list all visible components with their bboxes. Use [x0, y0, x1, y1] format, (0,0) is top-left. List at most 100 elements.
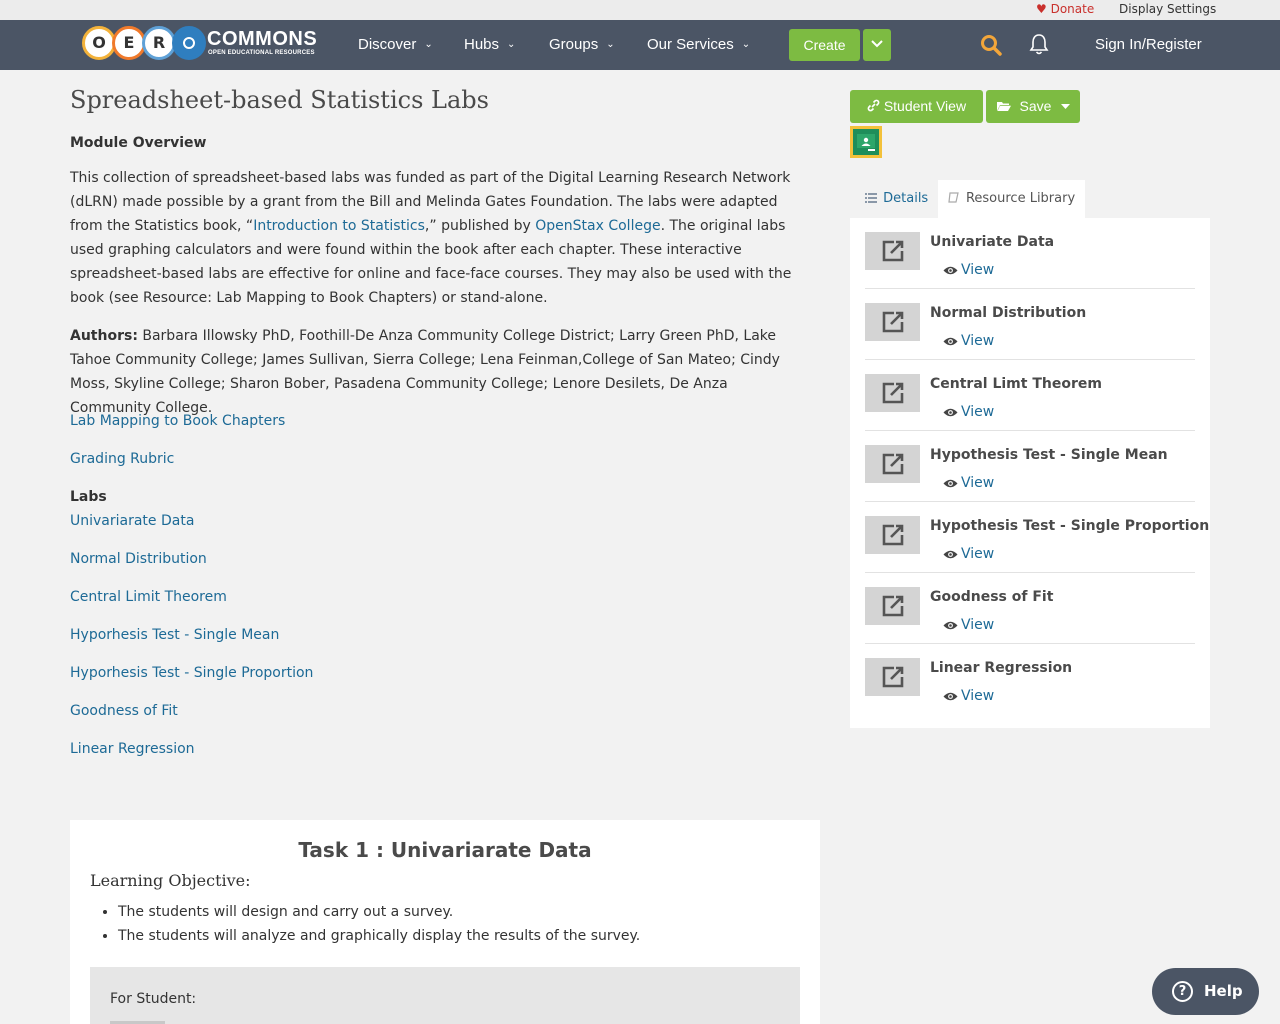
nav-hubs-label: Hubs: [464, 36, 500, 53]
create-button[interactable]: Create: [789, 29, 860, 61]
resource-thumbnail[interactable]: [865, 658, 920, 696]
resource-title[interactable]: Hypothesis Test - Single Mean: [930, 447, 1168, 463]
resource-thumbnail[interactable]: [865, 587, 920, 625]
resource-view-label: View: [961, 688, 995, 704]
resource-title[interactable]: Central Limt Theorem: [930, 376, 1102, 392]
create-dropdown-button[interactable]: [863, 29, 891, 61]
bell-icon[interactable]: [1029, 33, 1049, 55]
external-link-icon: [882, 453, 904, 475]
sign-in-register-link[interactable]: Sign In/Register: [1095, 36, 1202, 53]
nav-groups-label: Groups: [549, 36, 599, 53]
resource-thumbnail[interactable]: [865, 374, 920, 412]
eye-icon: [943, 479, 958, 488]
resource-title[interactable]: Linear Regression: [930, 660, 1072, 676]
lab-mapping-link[interactable]: Lab Mapping to Book Chapters: [70, 413, 285, 429]
openstax-college-link[interactable]: OpenStax College: [535, 218, 660, 234]
overview-paragraph: This collection of spreadsheet-based lab…: [70, 166, 810, 310]
resource-title[interactable]: Univariate Data: [930, 234, 1054, 250]
eye-icon: [943, 266, 958, 275]
save-label: Save: [1019, 98, 1052, 114]
for-student-box: For Student:: [90, 967, 800, 1024]
authors-paragraph: Authors: Barbara Illowsky PhD, Foothill-…: [70, 324, 810, 420]
nav-discover[interactable]: Discover ⌄: [358, 36, 433, 53]
search-icon[interactable]: [980, 34, 1002, 56]
chevron-down-icon: ⌄: [424, 39, 433, 50]
resource-view-link[interactable]: View: [943, 475, 994, 491]
logo-letter-r: R: [142, 26, 176, 60]
list-item: The students will analyze and graphicall…: [118, 924, 640, 948]
objectives-list: The students will design and carry out a…: [118, 900, 640, 948]
external-link-icon: [882, 240, 904, 262]
logo-letter-e: E: [112, 26, 146, 60]
list-item: The students will design and carry out a…: [118, 900, 640, 924]
tab-resource-library[interactable]: Resource Library: [938, 180, 1085, 218]
lab-link-single-mean[interactable]: Hyporhesis Test - Single Mean: [70, 627, 279, 643]
nav-our-services-label: Our Services: [647, 36, 734, 53]
utility-bar: ♥ Donate Display Settings: [0, 0, 1280, 20]
lab-link-univariarate-data[interactable]: Univariarate Data: [70, 513, 194, 529]
save-button[interactable]: Save: [986, 90, 1080, 123]
question-circle-icon: ?: [1172, 981, 1193, 1002]
logo-ring-icon: [172, 26, 206, 60]
chevron-down-icon: [871, 40, 883, 48]
help-button[interactable]: ? Help: [1152, 968, 1259, 1015]
lab-link-normal-distribution[interactable]: Normal Distribution: [70, 551, 207, 567]
grading-rubric-link[interactable]: Grading Rubric: [70, 451, 174, 467]
eye-icon: [943, 692, 958, 701]
list-item: Linear Regression View: [865, 644, 1195, 715]
eye-icon: [943, 550, 958, 559]
list-item: Univariate Data View: [865, 218, 1195, 289]
list-item: Hypothesis Test - Single Proportion View: [865, 502, 1209, 573]
resource-view-label: View: [961, 617, 995, 633]
list-icon: [865, 193, 877, 203]
resource-title[interactable]: Hypothesis Test - Single Proportion: [930, 518, 1209, 534]
help-label: Help: [1204, 982, 1243, 1000]
resource-view-link[interactable]: View: [943, 404, 994, 420]
logo-tagline: OPEN EDUCATIONAL RESOURCES: [208, 50, 315, 56]
resource-thumbnail[interactable]: [865, 516, 920, 554]
donate-label: Donate: [1050, 2, 1095, 16]
student-view-button[interactable]: Student View: [850, 90, 983, 123]
lab-link-single-proportion[interactable]: Hyporhesis Test - Single Proportion: [70, 665, 313, 681]
page-title: Spreadsheet-based Statistics Labs: [70, 86, 489, 114]
resource-view-label: View: [961, 262, 995, 278]
display-settings-link[interactable]: Display Settings: [1119, 2, 1216, 16]
resource-view-link[interactable]: View: [943, 688, 994, 704]
nav-hubs[interactable]: Hubs ⌄: [464, 36, 515, 53]
introduction-to-statistics-link[interactable]: Introduction to Statistics: [253, 218, 425, 234]
donate-link[interactable]: ♥ Donate: [1036, 2, 1094, 16]
link-icon: [867, 99, 880, 112]
resource-view-link[interactable]: View: [943, 617, 994, 633]
resource-thumbnail[interactable]: [865, 303, 920, 341]
for-student-label: For Student:: [110, 991, 197, 1007]
google-classroom-icon[interactable]: [850, 126, 882, 158]
nav-groups[interactable]: Groups ⌄: [549, 36, 615, 53]
tab-details[interactable]: Details: [865, 191, 928, 206]
resource-view-link[interactable]: View: [943, 262, 994, 278]
module-overview-heading: Module Overview: [70, 135, 207, 151]
lab-link-linear-regression[interactable]: Linear Regression: [70, 741, 195, 757]
nav-our-services[interactable]: Our Services ⌄: [647, 36, 750, 53]
eye-icon: [943, 621, 958, 630]
task-card: Task 1 : Univariarate Data Learning Obje…: [70, 820, 820, 1024]
resource-thumbnail[interactable]: [865, 445, 920, 483]
resource-title[interactable]: Normal Distribution: [930, 305, 1086, 321]
resource-thumbnail[interactable]: [865, 232, 920, 270]
overview-text-2: ,” published by: [424, 218, 536, 234]
resource-view-label: View: [961, 333, 995, 349]
resource-library-panel: Univariate Data View Normal Distribution…: [850, 218, 1210, 728]
resource-view-link[interactable]: View: [943, 546, 994, 562]
chevron-down-icon: ⌄: [507, 39, 516, 50]
authors-text: Barbara Illowsky PhD, Foothill-De Anza C…: [70, 328, 780, 416]
oer-commons-logo[interactable]: O E R COMMONS OPEN EDUCATIONAL RESOURCES: [82, 26, 317, 62]
main-nav: O E R COMMONS OPEN EDUCATIONAL RESOURCES…: [0, 20, 1280, 70]
authors-label: Authors:: [70, 328, 138, 344]
list-item: Hypothesis Test - Single Mean View: [865, 431, 1195, 502]
lab-link-goodness-of-fit[interactable]: Goodness of Fit: [70, 703, 178, 719]
lab-link-central-limit-theorem[interactable]: Central Limit Theorem: [70, 589, 227, 605]
resource-title[interactable]: Goodness of Fit: [930, 589, 1053, 605]
resource-view-link[interactable]: View: [943, 333, 994, 349]
external-link-icon: [882, 311, 904, 333]
student-view-label: Student View: [883, 98, 967, 114]
list-item: Goodness of Fit View: [865, 573, 1195, 644]
